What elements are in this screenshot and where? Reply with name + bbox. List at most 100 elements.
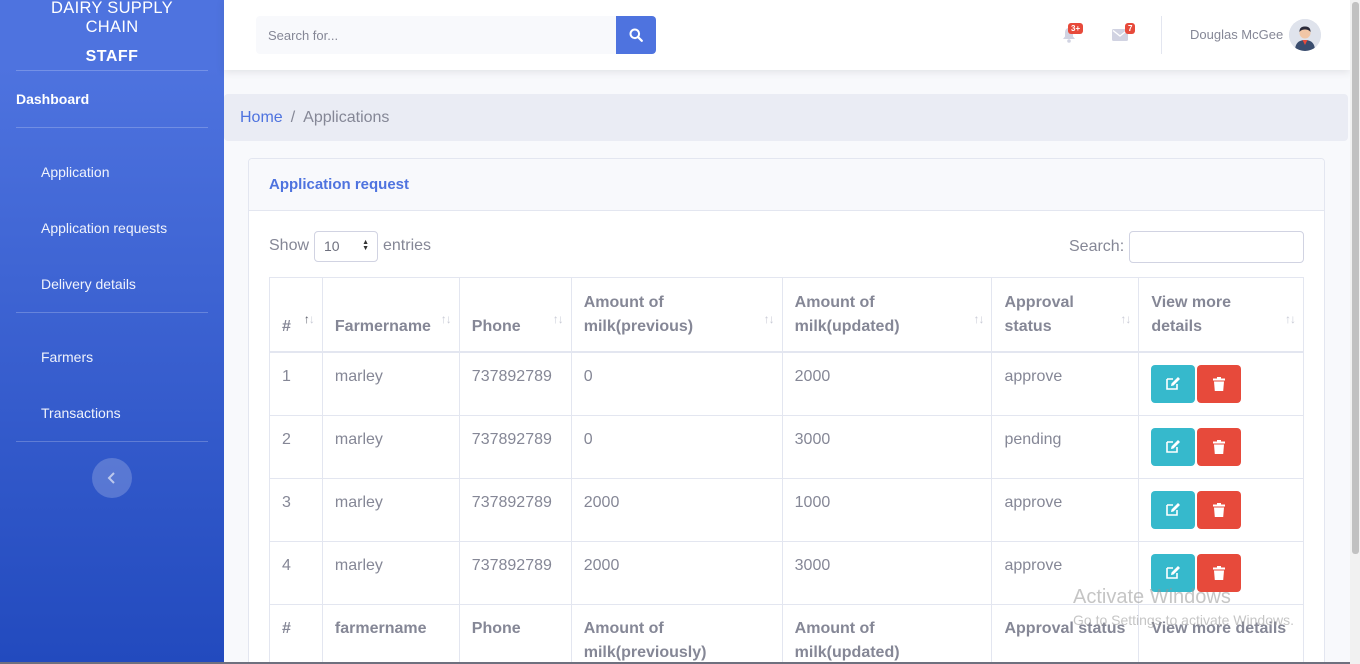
alerts-badge: 3+ [1068, 23, 1084, 34]
table-row: 3 marley 737892789 2000 1000 approve [269, 477, 1304, 542]
edit-icon [1166, 566, 1181, 579]
cell-approval-status: approve [991, 351, 1140, 416]
sidebar-item-application[interactable]: Application [41, 164, 110, 180]
breadcrumb-separator: / [290, 108, 296, 126]
table-row: 2 marley 737892789 0 3000 pending [269, 414, 1304, 479]
user-name[interactable]: Douglas McGee [1190, 27, 1283, 42]
alerts-button[interactable]: 3+ [1062, 23, 1084, 48]
column-header-amount-previous[interactable]: Amount of milk(previous) ↑↓ [570, 277, 783, 353]
trash-icon [1213, 439, 1226, 454]
footer-number: # [269, 603, 323, 664]
sort-icon: ↑↓ [1285, 311, 1296, 326]
cell-amount-updated: 3000 [781, 540, 993, 605]
sidebar-divider [16, 441, 208, 442]
sidebar-item-dashboard[interactable]: Dashboard [16, 91, 89, 107]
sidebar-item-farmers[interactable]: Farmers [41, 349, 93, 365]
entries-label: entries [383, 237, 432, 254]
delete-button[interactable] [1197, 490, 1242, 529]
table-row: 1 marley 737892789 0 2000 approve [269, 351, 1304, 416]
breadcrumb-current: Applications [303, 108, 390, 126]
sort-icon: ↑↓ [552, 311, 564, 326]
cell-farmername: marley [321, 351, 460, 416]
search-icon [629, 28, 643, 42]
activate-windows-title: Activate Windows [1073, 586, 1231, 608]
trash-icon [1213, 376, 1226, 391]
sidebar-item-application-requests[interactable]: Application requests [41, 220, 167, 236]
cell-farmername: marley [321, 540, 460, 605]
edit-icon [1166, 503, 1181, 516]
edit-icon [1166, 377, 1181, 390]
delete-button[interactable] [1197, 364, 1242, 403]
cell-approval-status: pending [991, 414, 1140, 479]
messages-button[interactable]: 7 [1112, 23, 1136, 46]
sort-icon: ↑↓ [763, 311, 775, 326]
edit-button[interactable] [1151, 490, 1196, 529]
search-input[interactable] [256, 16, 616, 54]
column-header-phone[interactable]: Phone ↑↓ [458, 277, 572, 353]
cell-actions [1138, 351, 1304, 416]
column-header-approval-status[interactable]: Approval status ↑↓ [991, 277, 1140, 353]
user-avatar-icon [1289, 19, 1321, 51]
avatar[interactable] [1289, 19, 1321, 51]
cell-amount-previous: 2000 [570, 477, 783, 542]
chevron-left-icon [107, 472, 115, 484]
sidebar-item-delivery-details[interactable]: Delivery details [41, 276, 136, 292]
edit-icon [1166, 440, 1181, 453]
cell-phone: 737892789 [458, 477, 572, 542]
cell-number: 1 [269, 351, 323, 416]
brand-title-line1[interactable]: DAIRY SUPPLY [0, 0, 224, 18]
cell-number: 4 [269, 540, 323, 605]
sort-icon: ↑↓ [973, 311, 984, 326]
cell-amount-updated: 1000 [781, 477, 993, 542]
footer-farmername: farmername [321, 603, 460, 664]
sort-icon: ↑↓ [303, 311, 315, 326]
activate-windows-subtitle: Go to Settings to activate Windows. [1073, 612, 1294, 628]
brand-role: STAFF [85, 48, 139, 65]
cell-number: 3 [269, 477, 323, 542]
breadcrumb: Home / Applications [224, 94, 1348, 141]
column-header-view-more[interactable]: View more details ↑↓ [1138, 277, 1304, 353]
card-title: Application request [249, 159, 1324, 211]
column-header-amount-updated[interactable]: Amount of milk(updated) ↑↓ [781, 277, 993, 353]
cell-farmername: marley [321, 414, 460, 479]
topbar-divider [1161, 16, 1162, 54]
table-search-input[interactable] [1129, 231, 1304, 263]
edit-button[interactable] [1151, 364, 1196, 403]
entries-length-select[interactable]: 10 ▲ ▼ [314, 231, 378, 262]
column-header-number[interactable]: # ↑↓ [269, 277, 323, 353]
messages-badge: 7 [1125, 23, 1136, 34]
cell-amount-updated: 3000 [781, 414, 993, 479]
sort-icon: ↑↓ [440, 311, 452, 326]
trash-icon [1213, 502, 1226, 517]
sidebar-divider [16, 70, 208, 71]
column-header-farmername[interactable]: Farmername ↑↓ [321, 277, 460, 353]
sort-icon: ↑↓ [1120, 311, 1131, 326]
entries-length-value: 10 [324, 238, 340, 254]
cell-phone: 737892789 [458, 414, 572, 479]
cell-amount-updated: 2000 [781, 351, 993, 416]
cell-actions [1138, 477, 1304, 542]
footer-amount-previous: Amount of milk(previously) [570, 603, 783, 664]
sidebar-divider [16, 127, 208, 128]
cell-approval-status: approve [991, 477, 1140, 542]
cell-actions [1138, 414, 1304, 479]
sidebar-item-transactions[interactable]: Transactions [41, 405, 121, 421]
table-header-row: # ↑↓ Farmername ↑↓ Phone ↑↓ Amount of milk(… [269, 277, 1304, 353]
brand-title-line2[interactable]: CHAIN [0, 18, 224, 37]
search-button[interactable] [616, 16, 656, 54]
cell-amount-previous: 0 [570, 351, 783, 416]
delete-button[interactable] [1197, 427, 1242, 466]
breadcrumb-home-link[interactable]: Home [240, 109, 283, 127]
select-arrows-icon: ▲ ▼ [362, 239, 369, 252]
edit-button[interactable] [1151, 427, 1196, 466]
cell-number: 2 [269, 414, 323, 479]
cell-amount-previous: 2000 [570, 540, 783, 605]
cell-phone: 737892789 [458, 540, 572, 605]
sidebar: DAIRY SUPPLY CHAIN STAFF Dashboard Appli… [0, 0, 224, 664]
cell-farmername: marley [321, 477, 460, 542]
table-search-label: Search: [1069, 238, 1125, 255]
sidebar-toggle-button[interactable] [92, 458, 132, 498]
page-scrollbar-thumb[interactable] [1352, 2, 1359, 554]
show-label: Show [269, 237, 310, 254]
cell-phone: 737892789 [458, 351, 572, 416]
